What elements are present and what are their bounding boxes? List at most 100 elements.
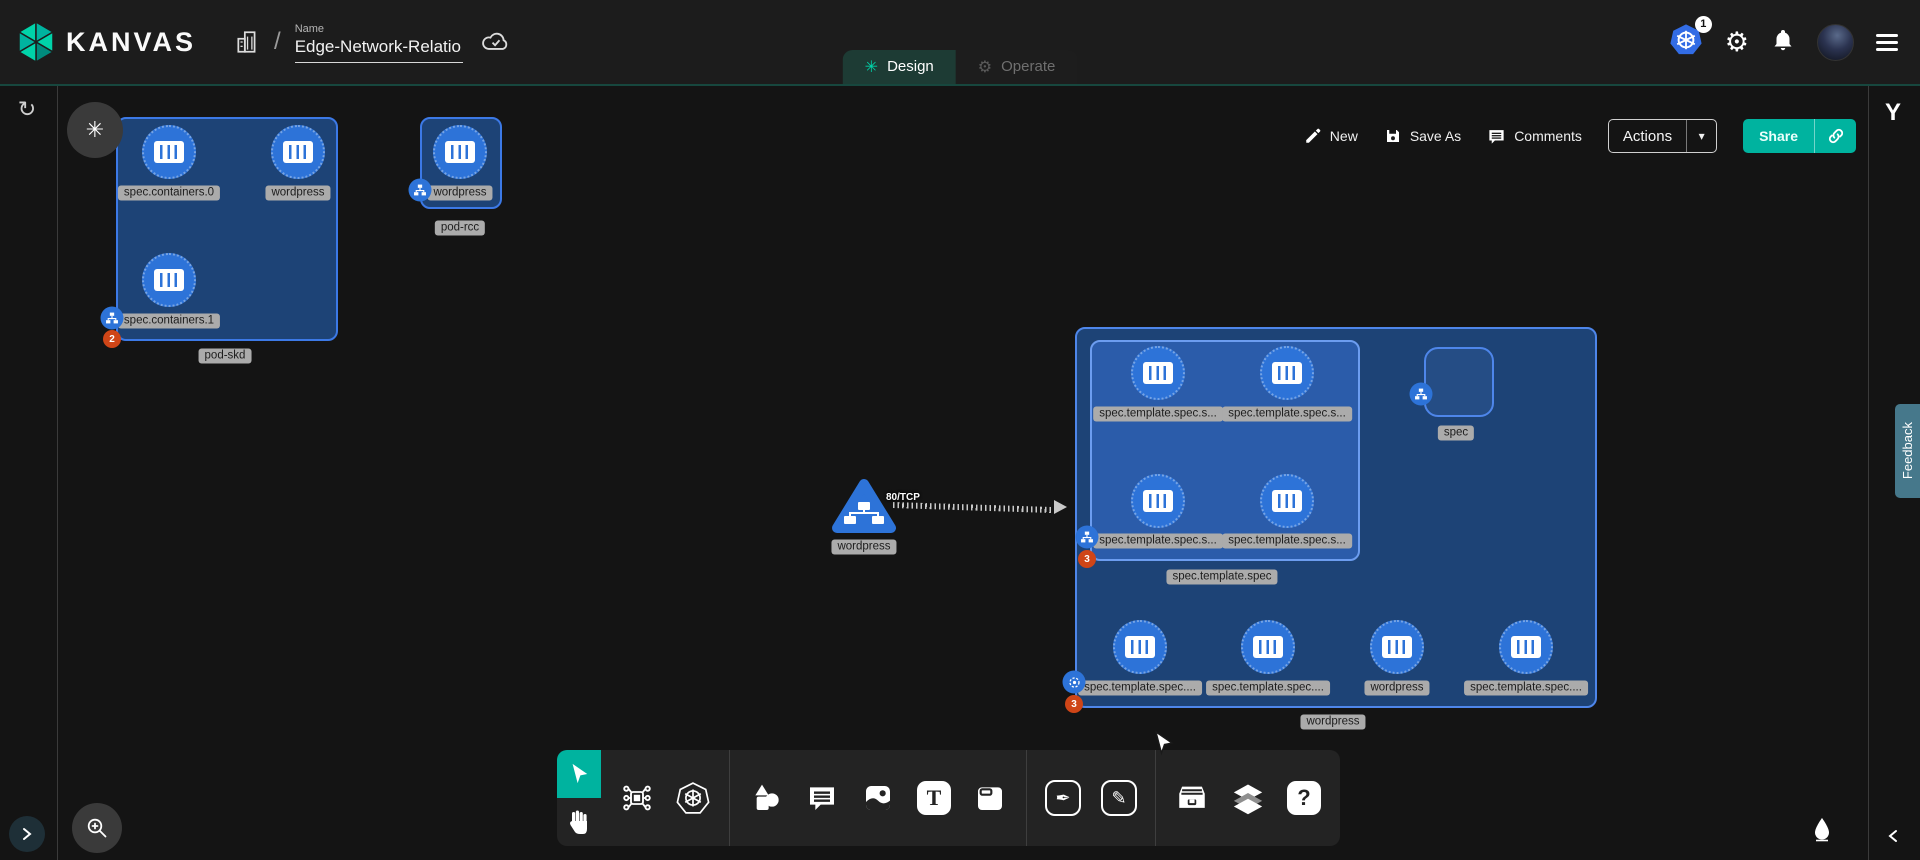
container-node[interactable]: [142, 253, 196, 307]
new-button[interactable]: New: [1304, 127, 1358, 145]
new-pencil-icon: [1304, 127, 1322, 145]
drawer-tool-button[interactable]: [1164, 750, 1220, 846]
kubernetes-tool-button[interactable]: [665, 750, 721, 846]
mode-tabs: ✳ Design ⚙ Operate: [843, 50, 1078, 84]
kubernetes-wheel-icon: [676, 781, 710, 815]
organization-icon[interactable]: [234, 29, 260, 55]
share-button[interactable]: Share: [1743, 119, 1814, 153]
drawing-tools: ✒ ✎: [1027, 750, 1155, 846]
relationship-badge[interactable]: [409, 179, 432, 202]
container-node[interactable]: [1113, 620, 1167, 674]
validate-ink-button[interactable]: [1802, 809, 1842, 849]
freehand-tool-button[interactable]: ✎: [1091, 750, 1147, 846]
zoom-in-magnifier-icon: [85, 816, 109, 840]
sync-icon[interactable]: ↻: [18, 98, 36, 123]
save-floppy-icon: [1384, 127, 1402, 145]
pencil-icon: ✎: [1111, 788, 1126, 809]
user-avatar[interactable]: [1817, 24, 1854, 61]
error-count-badge[interactable]: 2: [103, 330, 121, 348]
tab-operate-label: Operate: [1001, 58, 1055, 75]
select-tool-button[interactable]: [557, 750, 601, 798]
comment-tool-button[interactable]: [794, 750, 850, 846]
yaml-panel-icon[interactable]: Y: [1885, 99, 1901, 127]
spiral-icon: [1067, 675, 1081, 689]
group-label: pod-rcc: [435, 221, 485, 236]
edge-arrowhead: [1054, 500, 1067, 514]
layers-tool-button[interactable]: [1220, 750, 1276, 846]
container-node[interactable]: [1131, 474, 1185, 528]
brand-wordmark: KANVAS: [66, 27, 196, 58]
comments-button[interactable]: Comments: [1487, 127, 1582, 146]
settings-gear-icon[interactable]: ⚙: [1725, 29, 1749, 56]
note-icon: [974, 782, 1006, 814]
menu-hamburger-icon[interactable]: [1876, 34, 1898, 51]
shapes-icon: [750, 782, 782, 814]
network-edge[interactable]: [893, 502, 1056, 513]
kubernetes-context-button[interactable]: 1: [1669, 23, 1703, 62]
note-tool-button[interactable]: [962, 750, 1018, 846]
caret-down-icon: ▾: [1699, 129, 1705, 143]
container-node[interactable]: [1260, 474, 1314, 528]
service-node[interactable]: [832, 477, 896, 535]
relationship-badge[interactable]: [1410, 383, 1433, 406]
node-label: spec: [1438, 426, 1474, 441]
pan-tool-button[interactable]: [557, 798, 601, 846]
comments-icon: [1487, 127, 1506, 146]
meshery-badge[interactable]: [1063, 671, 1086, 694]
spec-node[interactable]: [1424, 347, 1494, 417]
error-count-badge[interactable]: 3: [1078, 550, 1096, 568]
pointer-tools: [557, 750, 601, 846]
container-icon: [1125, 636, 1155, 658]
actions-button[interactable]: Actions: [1609, 120, 1686, 152]
components-tool-button[interactable]: [609, 750, 665, 846]
comment-icon: [806, 782, 838, 814]
tab-operate[interactable]: ⚙ Operate: [956, 50, 1078, 84]
container-icon: [154, 141, 184, 163]
brand[interactable]: KANVAS: [16, 21, 196, 63]
container-node[interactable]: [1241, 620, 1295, 674]
node-label: spec.containers.1: [118, 314, 220, 329]
image-tool-button[interactable]: [850, 750, 906, 846]
kanvas-logo-icon: [16, 21, 56, 63]
chevron-left-icon: [1887, 829, 1899, 843]
pen-tool-button[interactable]: ✒: [1035, 750, 1091, 846]
comments-button-label: Comments: [1514, 128, 1582, 144]
drawer-icon: [1175, 781, 1209, 815]
error-count-badge[interactable]: 3: [1065, 695, 1083, 713]
container-node[interactable]: [433, 125, 487, 179]
container-node[interactable]: [271, 125, 325, 179]
container-node[interactable]: [1260, 346, 1314, 400]
container-node[interactable]: [1370, 620, 1424, 674]
relationship-badge[interactable]: [1076, 526, 1099, 549]
design-name-field: Name: [295, 23, 463, 63]
cloud-saved-icon: [481, 30, 511, 54]
copy-link-button[interactable]: [1814, 119, 1856, 153]
help-tool-button[interactable]: ?: [1276, 750, 1332, 846]
app-header: KANVAS / Name ✳ Design: [0, 0, 1920, 84]
container-icon: [1253, 636, 1283, 658]
container-node[interactable]: [1499, 620, 1553, 674]
expand-left-panel-button[interactable]: [9, 816, 45, 852]
collapse-right-panel-button[interactable]: [1876, 819, 1910, 853]
node-label: wordpress: [265, 186, 330, 201]
save-as-button[interactable]: Save As: [1384, 127, 1461, 145]
container-node[interactable]: [142, 125, 196, 179]
notifications-bell-icon[interactable]: [1771, 27, 1795, 58]
question-mark-icon: ?: [1287, 781, 1321, 815]
node-label: wordpress: [427, 186, 492, 201]
tab-design[interactable]: ✳ Design: [843, 50, 956, 84]
shapes-tool-button[interactable]: [738, 750, 794, 846]
node-label: spec.template.spec....: [1078, 681, 1202, 696]
node-label: wordpress: [1364, 681, 1429, 696]
text-tool-button[interactable]: T: [906, 750, 962, 846]
container-node[interactable]: [1131, 346, 1185, 400]
actions-caret-button[interactable]: ▾: [1686, 120, 1716, 152]
freeze-group-button[interactable]: ✳: [67, 102, 123, 158]
design-toolbar: T ✒ ✎: [557, 750, 1340, 846]
container-icon: [1272, 362, 1302, 384]
design-name-input[interactable]: [295, 37, 463, 63]
zoom-button[interactable]: [72, 803, 122, 853]
node-label: spec.template.spec.s...: [1093, 407, 1223, 422]
feedback-tab[interactable]: Feedback: [1895, 404, 1920, 498]
relationship-badge[interactable]: [101, 307, 124, 330]
